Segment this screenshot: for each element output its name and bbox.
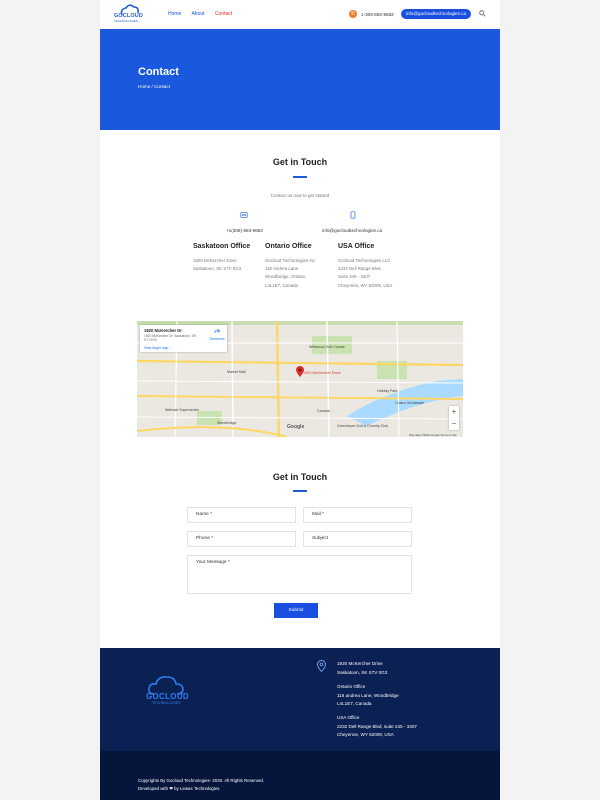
phone-icon — [240, 212, 248, 218]
developer-credit[interactable]: Developed with ❤ by Lewas Technologies — [138, 786, 219, 792]
main-nav: Home About Contact — [168, 11, 241, 17]
google-logo: Google — [287, 424, 305, 430]
form-heading: Get in Touch — [272, 472, 328, 482]
view-larger-map-link[interactable]: View larger map — [144, 346, 168, 350]
office-line: Gocloud Technologies LLC — [338, 258, 391, 263]
footer-address-line: 2232 Dell Range Blvd, suite 245 - 3407 — [337, 723, 417, 729]
office-line: 1920 McKercher Drive — [193, 258, 237, 263]
office-line: 2232 Dell Range Blvd. — [338, 266, 382, 272]
footer-address-usa: USA Office 2232 Dell Range Blvd, suite 2… — [337, 714, 417, 740]
directions-link[interactable]: Directions — [208, 337, 226, 341]
footer-address-line: Cheyenne, WY 82009, USA — [337, 732, 394, 737]
footer-address-line: 116 andrea Lane, Woodbridge — [337, 692, 399, 698]
nav-home[interactable]: Home — [168, 11, 181, 17]
zoom-in-button[interactable]: + — [449, 406, 459, 418]
office-line: L4L1E7, Canada — [265, 282, 298, 288]
zoom-out-button[interactable]: − — [449, 418, 459, 430]
zoom-control: + − — [449, 406, 459, 430]
footer-address-ontario: Ontario Office 116 andrea Lane, Woodbrid… — [337, 683, 399, 709]
page-hero: Contact Home / Contact — [100, 29, 500, 130]
site-footer: GOCLOUD TECHNOLOGIES 1920 McKercher Driv… — [100, 648, 500, 751]
map-label: Canada — [317, 409, 330, 413]
phone-icon: ✆ — [349, 10, 357, 18]
contact-email[interactable]: info@gocloudtechnologies.ca — [322, 228, 382, 233]
map-label: Costco Wholesale — [395, 401, 424, 405]
nav-about[interactable]: About — [191, 11, 204, 17]
phone-field[interactable]: Phone * — [187, 531, 296, 547]
map-label: Wildwood Golf Course — [309, 345, 345, 349]
footer-address-saskatoon: 1920 McKercher Drive Saskatoon, SK S7V 0… — [337, 660, 387, 677]
header-phone[interactable]: 1-306-683-9682 — [361, 12, 394, 17]
contact-heading: Get in Touch — [272, 157, 328, 167]
directions-icon[interactable] — [214, 328, 220, 334]
office-line: Saskatoon, SK S7V 0G3 — [193, 266, 242, 272]
page: GOCLOUD TECHNOLOGIES Home About Contact … — [0, 0, 600, 800]
page-title: Contact — [138, 66, 179, 78]
footer-address-line: L4L1E7, Canada — [337, 701, 372, 706]
office-title: USA Office — [338, 243, 375, 250]
map-label: Walmart Supercentre — [165, 408, 199, 412]
form-heading-underline — [293, 490, 307, 492]
subject-field[interactable]: Subject — [303, 531, 412, 547]
message-field[interactable]: Your Message * — [187, 555, 412, 594]
map-pin-label: 1920 McKercher Drive — [303, 371, 341, 375]
map-card-title: 1920 McKercher Dr — [144, 328, 182, 333]
map-label: Holiday Park — [377, 389, 398, 393]
footer-logo-subtext: TECHNOLOGIES — [152, 701, 181, 705]
footer-address-line: Saskatoon, SK S7V 0G3 — [337, 669, 388, 675]
breadcrumb[interactable]: Home / Contact — [138, 84, 170, 89]
mail-field[interactable]: Mail * — [303, 507, 412, 523]
copyright-text: Copyrights By Gocloud Technologies- 2020… — [138, 778, 265, 783]
map-info-card: 1920 McKercher Dr 1920 McKercher Dr, Sas… — [140, 325, 227, 352]
office-line: Suite 245 - 3407 — [338, 274, 371, 280]
contact-phone[interactable]: +1(306)-683-9682 — [226, 228, 263, 233]
map-label: Stonebridge — [217, 421, 237, 425]
office-usa: USA Office Gocloud Technologies LLC 2232… — [338, 243, 408, 290]
name-field[interactable]: Name * — [187, 507, 296, 523]
footer-address-line: USA Office — [337, 715, 360, 720]
office-ontario: Ontario Office Gocloud Technologies Inc … — [265, 243, 335, 290]
logo-subtext: TECHNOLOGIES — [114, 19, 138, 23]
header-email-button[interactable]: info@gocloudtechnologies.ca — [401, 9, 471, 19]
office-saskatoon: Saskatoon Office 1920 McKercher Drive Sa… — [193, 243, 263, 273]
footer-bottom-bar: Copyrights By Gocloud Technologies- 2020… — [100, 751, 500, 800]
search-icon[interactable] — [479, 10, 486, 17]
content-wrapper: GOCLOUD TECHNOLOGIES Home About Contact … — [100, 0, 500, 800]
office-line: Woodbridge, Ontario — [265, 274, 306, 280]
google-map[interactable]: 1920 McKercher Drive Wildwood Golf Cours… — [137, 321, 463, 437]
submit-button[interactable]: Submit — [274, 603, 318, 618]
map-attribution[interactable]: Map data ©2022 Google Terms of Use — [409, 433, 457, 437]
footer-logo-text: GOCLOUD — [146, 692, 189, 701]
location-pin-icon — [317, 660, 326, 672]
office-line: 116 Andrea Lane — [265, 266, 299, 272]
office-line: Gocloud Technologies Inc — [265, 258, 316, 263]
footer-address-line: 1920 McKercher Drive — [337, 661, 383, 666]
office-title: Saskatoon Office — [193, 243, 251, 250]
map-card-address: 1920 McKercher Dr, Saskatoon, SK S7J 5Y8 — [144, 334, 197, 342]
nav-contact[interactable]: Contact — [215, 11, 232, 17]
mobile-icon — [350, 211, 356, 219]
contact-subtext: Contact us now to get started — [270, 193, 330, 198]
map-label: Market Mall — [227, 370, 246, 374]
office-line: Cheyenne, WY 82009, USA — [338, 282, 393, 288]
heading-underline — [293, 176, 307, 178]
office-title: Ontario Office — [265, 243, 312, 250]
footer-address-line: Ontario Office — [337, 684, 366, 689]
site-header: GOCLOUD TECHNOLOGIES Home About Contact … — [100, 0, 500, 29]
map-label: Greenbryre Golf & Country Club — [337, 424, 389, 428]
